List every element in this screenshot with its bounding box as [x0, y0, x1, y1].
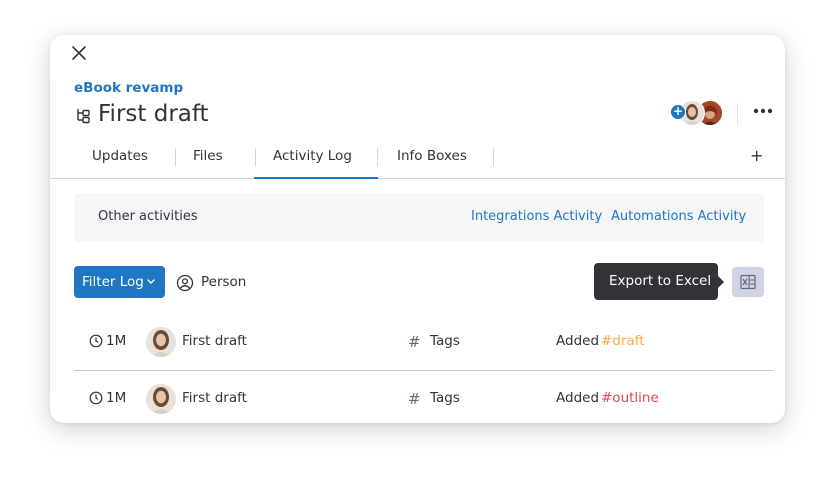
- activity-time: 1M: [106, 390, 127, 406]
- tab-info-boxes[interactable]: Info Boxes: [397, 148, 467, 164]
- person-label: Person: [201, 274, 247, 290]
- close-icon[interactable]: [70, 44, 88, 62]
- chevron-down-icon: [147, 279, 155, 284]
- activity-item-name[interactable]: First draft: [182, 390, 247, 406]
- export-tooltip: Export to Excel: [594, 263, 724, 300]
- hash-icon: #: [408, 333, 421, 351]
- hash-icon: #: [408, 390, 421, 408]
- integrations-activity-link[interactable]: Integrations Activity: [471, 209, 602, 224]
- excel-icon: [740, 274, 756, 290]
- activity-tag[interactable]: #draft: [601, 333, 645, 349]
- tab-separator: [377, 148, 378, 166]
- automations-activity-link[interactable]: Automations Activity: [611, 209, 746, 224]
- filter-log-button[interactable]: Filter Log: [74, 266, 165, 298]
- active-tab-indicator: [254, 177, 378, 179]
- tab-separator: [175, 148, 176, 166]
- tab-bar: Updates Files Activity Log Info Boxes +: [50, 140, 785, 179]
- activity-column: Tags: [430, 390, 460, 406]
- export-to-excel-button[interactable]: [732, 267, 764, 297]
- tooltip-arrow: [718, 276, 724, 288]
- person-icon: [176, 274, 194, 292]
- breadcrumb[interactable]: eBook revamp: [74, 80, 183, 96]
- subscribers[interactable]: +: [670, 99, 724, 126]
- other-activities-label: Other activities: [98, 209, 198, 224]
- activity-column: Tags: [430, 333, 460, 349]
- avatar: [146, 384, 176, 414]
- tab-separator: [493, 148, 494, 166]
- tab-separator: [255, 148, 256, 166]
- tab-files[interactable]: Files: [193, 148, 223, 164]
- avatar: [146, 327, 176, 357]
- subitems-icon: [77, 109, 90, 124]
- more-icon[interactable]: [750, 101, 776, 121]
- activity-action: Added: [556, 390, 600, 406]
- add-person-icon[interactable]: +: [670, 104, 686, 120]
- add-tab-button[interactable]: +: [750, 146, 763, 165]
- activity-row[interactable]: 1M First draft # Tags Added #outline: [74, 371, 773, 423]
- clock-icon: [89, 391, 103, 405]
- activity-item-name[interactable]: First draft: [182, 333, 247, 349]
- activity-time: 1M: [106, 333, 127, 349]
- header-divider: [737, 103, 738, 125]
- clock-icon: [89, 334, 103, 348]
- page-title[interactable]: First draft: [98, 101, 209, 127]
- activity-tag[interactable]: #outline: [601, 390, 659, 406]
- other-activities-bar: Other activities Integrations Activity A…: [74, 194, 764, 242]
- item-panel: eBook revamp First draft + Updates Files…: [50, 35, 785, 423]
- tooltip-text: Export to Excel: [609, 273, 712, 289]
- tab-activity-log[interactable]: Activity Log: [273, 148, 352, 164]
- filter-log-label: Filter Log: [82, 274, 144, 290]
- activity-action: Added: [556, 333, 600, 349]
- activity-row[interactable]: 1M First draft # Tags Added #draft: [74, 314, 773, 371]
- tab-updates[interactable]: Updates: [92, 148, 148, 164]
